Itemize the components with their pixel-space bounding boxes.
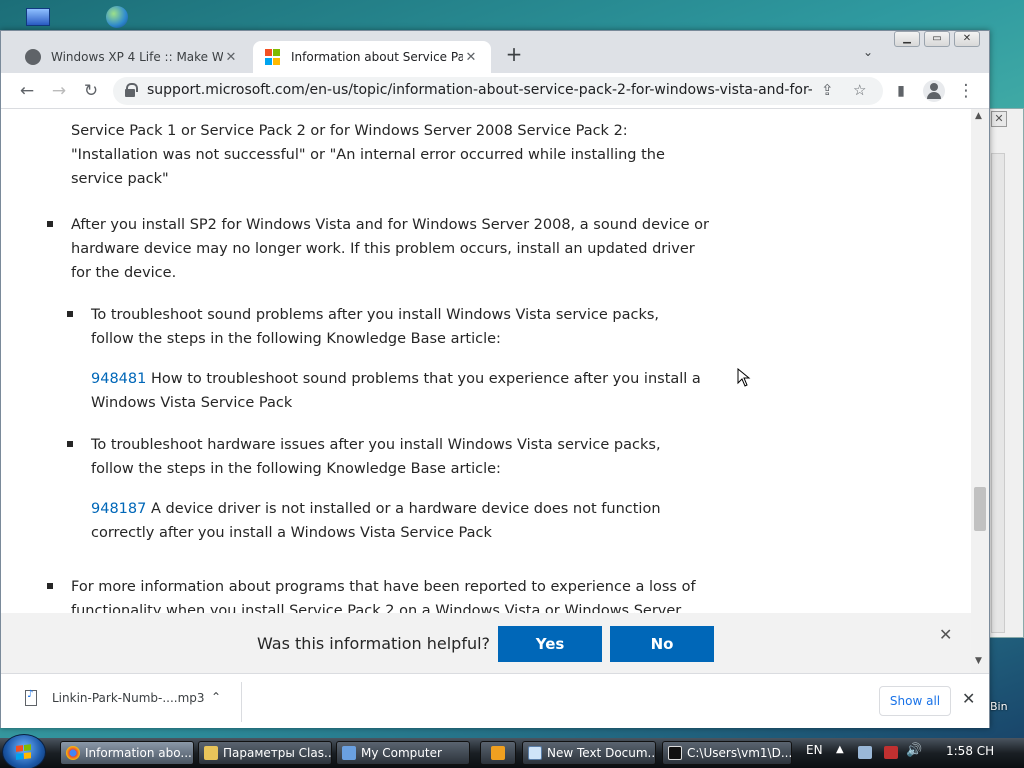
article-paragraph: Service Pack 1 or Service Pack 2 or for …: [71, 123, 665, 187]
page-content: Service Pack 1 or Service Pack 2 or for …: [1, 109, 971, 613]
scroll-down-arrow-icon[interactable]: ▼: [975, 656, 982, 666]
downloads-bar: Linkin-Park-Numb-....mp3 ⌃ Show all ✕: [1, 673, 989, 728]
download-item[interactable]: Linkin-Park-Numb-....mp3: [25, 689, 205, 706]
feedback-bar: Was this information helpful? Yes No ✕: [1, 613, 971, 673]
volume-icon[interactable]: 🔊: [906, 743, 922, 758]
article-paragraph: To troubleshoot sound problems after you…: [91, 307, 660, 347]
back-arrow-icon[interactable]: ←: [17, 81, 37, 101]
taskbar-item-media-player[interactable]: [480, 741, 516, 765]
taskbar: Information abo... Параметры Clas... My …: [0, 734, 1024, 768]
close-button[interactable]: ✕: [954, 31, 980, 47]
taskbar-item-folder[interactable]: Параметры Clas...: [198, 741, 332, 765]
download-filename[interactable]: Linkin-Park-Numb-....mp3: [52, 691, 205, 705]
tab-service-pack-info[interactable]: Information about Service Pack 2 for ✕: [253, 41, 491, 73]
network-status-icon[interactable]: [884, 746, 898, 759]
windows-logo-icon: [16, 744, 32, 760]
maximize-button[interactable]: ▭: [924, 31, 950, 47]
show-all-button[interactable]: Show all: [879, 686, 951, 716]
tab-title: Information about Service Pack 2 for: [291, 50, 463, 64]
minimize-button[interactable]: ▁: [894, 31, 920, 47]
scrollbar[interactable]: [991, 153, 1005, 633]
new-tab-plus-icon[interactable]: +: [504, 44, 524, 64]
taskbar-item-7zip[interactable]: C:\Users\vm1\D...: [662, 741, 792, 765]
tab-search-chevron-icon[interactable]: ⌄: [863, 45, 873, 59]
profile-avatar-icon[interactable]: [923, 80, 945, 102]
window-controls: ▁ ▭ ✕: [894, 31, 980, 47]
computer-desktop-icon[interactable]: [24, 6, 54, 30]
scrollbar-thumb[interactable]: [974, 487, 986, 531]
notepad-icon: [528, 746, 542, 760]
taskbar-item-label: My Computer: [361, 746, 442, 760]
folder-icon: [204, 746, 218, 760]
side-panel-icon[interactable]: ▮: [891, 81, 911, 101]
bullet-icon: [47, 583, 53, 589]
address-bar[interactable]: support.microsoft.com/en-us/topic/inform…: [113, 77, 883, 105]
taskbar-item-label: New Text Docum...: [547, 746, 656, 760]
no-button[interactable]: No: [610, 626, 714, 662]
computer-icon: [342, 746, 356, 760]
tab-strip: Windows XP 4 Life :: Make Windows ✕ Info…: [1, 31, 989, 73]
clock[interactable]: 1:58 CH: [946, 744, 994, 758]
taskbar-item-label: Параметры Clas...: [223, 746, 332, 760]
start-button[interactable]: [2, 734, 46, 768]
article-paragraph: After you install SP2 for Windows Vista …: [71, 217, 709, 281]
feedback-question: Was this information helpful?: [257, 634, 491, 653]
yes-button[interactable]: Yes: [498, 626, 602, 662]
media-player-icon: [491, 746, 505, 760]
background-window[interactable]: ✕: [988, 108, 1024, 638]
taskbar-item-label: Information abo...: [85, 746, 192, 760]
language-indicator[interactable]: EN: [806, 743, 823, 757]
browser-toolbar: ← → ↻ support.microsoft.com/en-us/topic/…: [1, 73, 989, 109]
lock-icon[interactable]: [125, 83, 138, 97]
reload-icon[interactable]: ↻: [81, 81, 101, 101]
kb-reference: 948187 A device driver is not installed …: [91, 497, 711, 545]
article-paragraph: To troubleshoot hardware issues after yo…: [91, 437, 661, 477]
globe-icon: [25, 49, 41, 65]
forward-arrow-icon[interactable]: →: [49, 81, 69, 101]
network-desktop-icon[interactable]: [100, 6, 130, 30]
bookmark-star-icon[interactable]: ☆: [853, 81, 866, 99]
tab-windows-xp-4-life[interactable]: Windows XP 4 Life :: Make Windows ✕: [13, 41, 251, 73]
7zip-icon: [668, 746, 682, 760]
article-paragraph: For more information about programs that…: [71, 579, 696, 613]
menu-kebab-icon[interactable]: ⋮: [956, 81, 976, 101]
taskbar-item-my-computer[interactable]: My Computer: [336, 741, 470, 765]
divider: [241, 682, 242, 722]
share-icon[interactable]: ⇪: [821, 81, 834, 99]
scroll-up-arrow-icon[interactable]: ▲: [975, 111, 982, 121]
kb-948481-link[interactable]: 948481: [91, 371, 146, 387]
bullet-icon: [67, 441, 73, 447]
browser-window: Windows XP 4 Life :: Make Windows ✕ Info…: [0, 30, 990, 728]
close-tab-icon[interactable]: ✕: [223, 50, 239, 65]
close-icon[interactable]: ✕: [991, 111, 1007, 127]
taskbar-item-notepad[interactable]: New Text Docum...: [522, 741, 656, 765]
tray-arrow-icon[interactable]: ▲: [836, 744, 844, 755]
taskbar-item-label: C:\Users\vm1\D...: [687, 746, 792, 760]
bullet-icon: [67, 311, 73, 317]
recycle-bin-label: Bin: [990, 700, 1008, 713]
close-icon[interactable]: ✕: [939, 625, 952, 644]
tab-title: Windows XP 4 Life :: Make Windows: [51, 50, 223, 64]
page-scrollbar[interactable]: ▲ ▼: [971, 109, 989, 673]
chrome-icon: [66, 746, 80, 760]
chevron-up-icon[interactable]: ⌃: [211, 690, 221, 704]
taskbar-item-chrome[interactable]: Information abo...: [60, 741, 194, 765]
url-text[interactable]: support.microsoft.com/en-us/topic/inform…: [147, 82, 812, 98]
audio-file-icon: [25, 689, 37, 706]
close-tab-icon[interactable]: ✕: [463, 50, 479, 65]
kb-reference: 948481 How to troubleshoot sound problem…: [91, 367, 701, 415]
mouse-cursor-icon: [737, 368, 751, 387]
close-icon[interactable]: ✕: [962, 689, 975, 708]
action-center-icon[interactable]: [858, 746, 872, 759]
microsoft-logo-icon: [265, 49, 281, 65]
kb-description: How to troubleshoot sound problems that …: [91, 371, 701, 411]
kb-948187-link[interactable]: 948187: [91, 501, 146, 517]
bullet-icon: [47, 221, 53, 227]
kb-description: A device driver is not installed or a ha…: [91, 501, 661, 541]
